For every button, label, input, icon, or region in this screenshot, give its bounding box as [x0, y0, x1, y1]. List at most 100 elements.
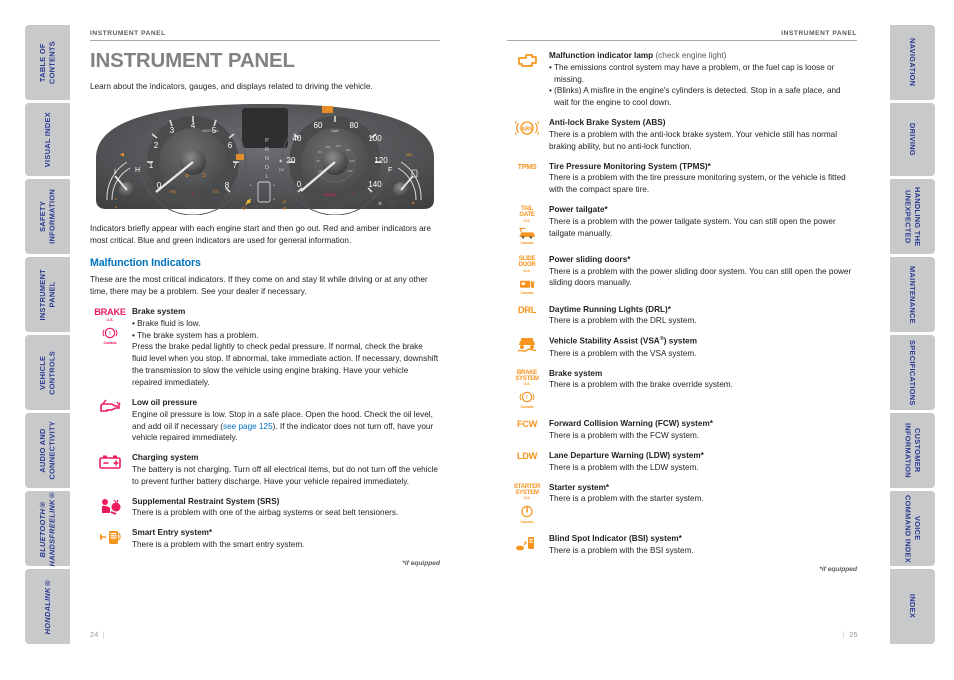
tab-label: DRIVING — [908, 123, 918, 156]
svg-text:●: ● — [115, 197, 117, 201]
svg-text:F: F — [388, 167, 392, 174]
tab-voice-command-index[interactable]: VOICE COMMAND INDEX — [890, 491, 935, 566]
low-oil-pressure-icon-glyph — [98, 399, 122, 414]
right-header-rule — [507, 40, 857, 41]
indicator-entry: Supplemental Restraint System (SRS) There… — [90, 497, 440, 520]
right-page-column: INSTRUMENT PANEL Malfunction indicator l… — [507, 30, 857, 573]
tab-hondalink[interactable]: HONDALINK® — [25, 569, 70, 644]
brake-ca-icon: ! — [101, 326, 120, 338]
power-tailgate-icon: TAIL GATE U.S. Canada — [507, 205, 547, 246]
tab-index[interactable]: INDEX — [890, 569, 935, 644]
svg-text:220: 220 — [348, 169, 353, 173]
tab-specifications[interactable]: SPECIFICATIONS — [890, 335, 935, 410]
brake-system-icon: BRAKE U.S.! Canada — [90, 307, 130, 389]
indicator-entry: TAIL GATE U.S. Canada Power tailgate* There … — [507, 205, 857, 246]
indicator-description: There is a problem with the smart entry … — [132, 539, 305, 549]
svg-text:80: 80 — [350, 121, 359, 130]
svg-text:8: 8 — [225, 181, 230, 190]
indicator-text: Forward Collision Warning (FCW) system* T… — [547, 419, 857, 442]
indicator-text: Vehicle Stability Assist (VSA®) system Th… — [547, 336, 857, 359]
tab-label: HANDLING THE UNEXPECTED — [903, 186, 922, 247]
tab-table-of-contents[interactable]: TABLE OF CONTENTS — [25, 25, 70, 100]
right-tab-rail: NAVIGATION DRIVING HANDLING THE UNEXPECTED… — [890, 25, 935, 647]
indicator-entry: Blind Spot Indicator (BSI) system* There … — [507, 534, 857, 557]
tab-visual-index[interactable]: VISUAL INDEX — [25, 103, 70, 176]
indicator-name-suffix: ) system — [663, 337, 698, 347]
svg-text:60: 60 — [314, 121, 323, 130]
icon-caption-us: U.S. — [523, 496, 531, 501]
icon-caption-us: U.S. — [523, 218, 531, 223]
bsi-icon — [507, 534, 547, 557]
indicator-name-text: Power sliding doors* — [549, 254, 631, 264]
svg-text:♻: ♻ — [283, 206, 287, 211]
tab-bluetooth-handsfreelink[interactable]: BLUETOOTH® HANDSFREELINK® — [25, 490, 70, 567]
indicator-name: Smart Entry system* — [132, 528, 440, 539]
cross-reference-link[interactable]: see page 125 — [223, 422, 273, 431]
svg-text:◉: ◉ — [279, 158, 283, 163]
svg-text:ABS: ABS — [521, 127, 533, 133]
low-oil-pressure-icon — [90, 398, 130, 444]
tab-customer-information[interactable]: CUSTOMER INFORMATION — [890, 413, 935, 488]
svg-text:N: N — [265, 156, 269, 162]
svg-text:!: ! — [192, 192, 193, 198]
tab-audio-and-connectivity[interactable]: AUDIO AND CONNECTIVITY — [25, 413, 70, 488]
indicator-name: Charging system — [132, 453, 440, 464]
left-folio-number: 24 — [90, 632, 99, 639]
indicator-entry: LDW Lane Departure Warning (LDW) system* T… — [507, 451, 857, 474]
svg-text:H: H — [135, 167, 140, 174]
right-page-number: | 25 — [820, 632, 858, 639]
indicator-name-text: Daytime Running Lights (DRL)* — [549, 304, 671, 314]
indicator-name: Malfunction indicator lamp (check engine… — [549, 51, 857, 62]
indicator-entry: BRAKE U.S.! Canada Brake system • Brake flui… — [90, 307, 440, 389]
indicator-description: There is a problem with the starter syst… — [549, 494, 704, 504]
tab-vehicle-controls[interactable]: VEHICLE CONTROLS — [25, 335, 70, 410]
indicator-text: Smart Entry system* There is a problem wi… — [130, 528, 440, 551]
tab-label: SAFETY INFORMATION — [38, 189, 57, 244]
indicator-text: Power tailgate* There is a problem with t… — [547, 205, 857, 246]
right-folio-number: 25 — [849, 632, 858, 639]
indicator-name-text: Smart Entry system* — [132, 528, 213, 538]
tab-label: MAINTENANCE — [908, 265, 918, 324]
ldw-icon: LDW — [507, 451, 547, 474]
svg-text:x1000 r/min: x1000 r/min — [202, 129, 219, 133]
svg-text:◀: ◀ — [120, 152, 124, 158]
tab-label: VEHICLE CONTROLS — [38, 350, 57, 395]
indicator-text: Daytime Running Lights (DRL)* There is a … — [547, 305, 857, 328]
starter-system-ca-icon — [518, 505, 537, 518]
indicator-name: Blind Spot Indicator (BSI) system* — [549, 534, 857, 545]
indicator-name: Lane Departure Warning (LDW) system* — [549, 451, 857, 462]
svg-text:⚠: ⚠ — [282, 199, 287, 205]
power-tailgate-ca-icon — [518, 227, 537, 240]
indicator-name-text: Vehicle Stability Assist (VSA — [549, 337, 660, 347]
drl-icon: DRL — [507, 305, 547, 328]
indicator-name-text: Lane Departure Warning (LDW) system* — [549, 451, 704, 460]
svg-text:⏻: ⏻ — [242, 206, 246, 211]
icon-word-mark: BRAKE — [94, 306, 126, 317]
section-intro-paragraph: These are the most critical indicators. … — [90, 275, 428, 297]
indicator-entry: DRL Daytime Running Lights (DRL)* There is… — [507, 305, 857, 328]
indicator-name: Daytime Running Lights (DRL)* — [549, 305, 857, 316]
svg-text:🌡: 🌡 — [112, 168, 118, 175]
tab-navigation[interactable]: NAVIGATION — [890, 25, 935, 100]
svg-text:3: 3 — [170, 126, 175, 135]
svg-text:180: 180 — [346, 148, 351, 152]
indicator-name: Tire Pressure Monitoring System (TPMS)* — [549, 162, 857, 173]
tab-label: VISUAL INDEX — [42, 111, 52, 168]
indicator-text: Anti-lock Brake System (ABS) There is a p… — [547, 118, 857, 152]
tab-maintenance[interactable]: MAINTENANCE — [890, 257, 935, 332]
tab-safety-information[interactable]: SAFETY INFORMATION — [25, 179, 70, 254]
indicator-entry: SLIDE DOOR U.S. Canada Power sliding doors*… — [507, 255, 857, 296]
indicator-description: There is a problem with the VSA system. — [549, 348, 697, 358]
tab-handling-the-unexpected[interactable]: HANDLING THE UNEXPECTED — [890, 179, 935, 254]
charging-system-icon — [90, 453, 130, 487]
indicator-description: There is a problem with the DRL system. — [549, 316, 697, 326]
icon-caption-canada: Canada — [520, 240, 534, 245]
icon-word-mark: FCW — [516, 419, 538, 430]
indicator-name: Supplemental Restraint System (SRS) — [132, 497, 440, 508]
tab-driving[interactable]: DRIVING — [890, 103, 935, 176]
indicator-name-text: Charging system — [132, 453, 199, 463]
icon-word-mark: STARTER SYSTEM — [513, 482, 541, 496]
power-sliding-doors-ca-icon — [518, 277, 537, 289]
svg-text:100: 100 — [368, 134, 382, 143]
tab-instrument-panel[interactable]: INSTRUMENT PANEL — [25, 257, 70, 332]
